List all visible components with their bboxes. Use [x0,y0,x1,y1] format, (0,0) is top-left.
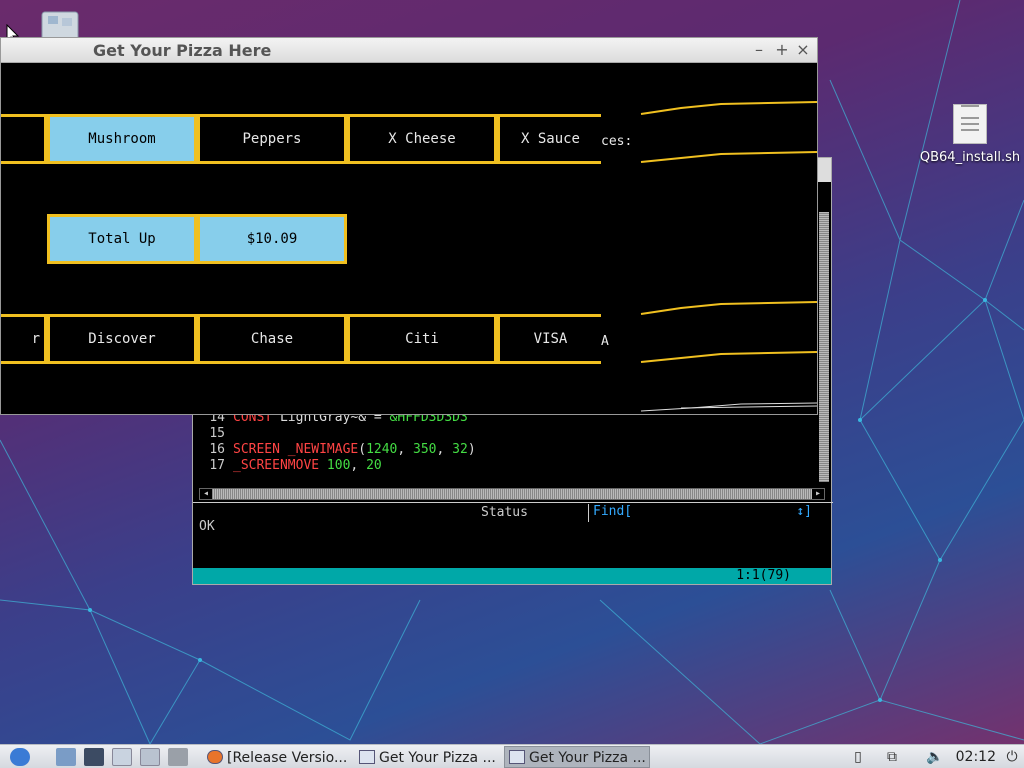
topping-button-peppers[interactable]: Peppers [197,114,347,164]
task-release-version[interactable]: [Release Versio... [202,746,352,768]
code-line[interactable]: 16 SCREEN _NEWIMAGE(1240, 350, 32) [193,442,823,458]
window-title: Get Your Pizza Here [93,41,272,60]
payment-button-discover[interactable]: Discover [47,314,197,364]
script-file-icon [953,104,987,144]
show-desktop-icon[interactable] [140,748,160,766]
redraw-artifacts [640,101,817,412]
topping-button-clipped[interactable] [1,114,47,164]
payment-button-visa[interactable]: VISA [497,314,601,364]
pizza-window[interactable]: Get Your Pizza Here – + × ces: A Mushroo… [0,37,818,415]
code-token: 1240 [366,442,398,457]
total-amount: $10.09 [197,214,347,264]
taskbar: [Release Versio... Get Your Pizza ... Ge… [0,744,1024,768]
clock: 02:12 [955,749,996,765]
close-icon[interactable]: × [793,39,813,61]
minimize-icon[interactable]: – [749,39,769,61]
battery-icon[interactable]: ▯ [850,749,866,765]
terminal-icon[interactable] [84,748,104,766]
trash-icon[interactable] [38,8,82,41]
pizza-titlebar[interactable]: Get Your Pizza Here – + × [1,38,817,63]
find-field[interactable]: Find[ ↕] [588,504,818,522]
code-line[interactable]: 15 [193,426,823,442]
payment-button-chase[interactable]: Chase [197,314,347,364]
topping-button-extra-cheese[interactable]: X Cheese [347,114,497,164]
code-token: 20 [366,458,382,473]
desktop-file-label: QB64_install.sh [919,150,1021,165]
status-message: OK [199,519,215,534]
power-icon[interactable]: ⏻ [1004,749,1020,765]
status-panel-header: Status Find[ ↕] [193,502,833,522]
task-pizza-2[interactable]: Get Your Pizza ... [504,746,650,768]
task-label: Get Your Pizza ... [529,750,646,766]
file-manager-icon[interactable] [56,748,76,766]
window-icon [359,750,375,764]
line-number: 16 [209,442,225,457]
code-token: , [350,458,367,473]
ide-status-bar: 1:1(79) [193,568,831,584]
total-up-button[interactable]: Total Up [47,214,197,264]
status-title: Status [473,505,536,520]
ide-close-corner[interactable] [817,158,831,182]
code-token: , [436,442,453,457]
window-icon[interactable] [112,748,132,766]
payment-button-citi[interactable]: Citi [347,314,497,364]
line-number: 15 [209,426,225,441]
pizza-canvas[interactable]: ces: A Mushroom Peppers X Cheese X Sauce… [1,64,817,414]
scroll-left-arrow-icon[interactable]: ◂ [200,489,212,499]
firefox-icon [207,750,223,764]
volume-icon[interactable]: 🔈 [926,749,943,765]
code-token: _SCREENMOVE [233,458,320,473]
topping-button-extra-sauce[interactable]: X Sauce [497,114,601,164]
task-label: [Release Versio... [227,750,348,766]
maximize-icon[interactable]: + [772,39,792,61]
payment-button-clipped[interactable]: r [1,314,47,364]
code-editor[interactable]: 14 CONST LightGray~& = &HFFD3D3D3 15 16 SCRE… [193,410,823,474]
artifact-text-2: A [601,334,609,349]
code-token: ( [358,442,367,457]
workspace-icon[interactable] [168,748,188,766]
artifact-text-1: ces: [601,134,633,149]
network-icon[interactable]: ⧉ [884,749,900,765]
code-token: 100 [326,458,351,473]
task-label: Get Your Pizza ... [379,750,496,766]
find-updown-icon[interactable]: ↕] [796,504,812,519]
start-menu-icon[interactable] [10,748,30,766]
code-token: 32 [452,442,468,457]
window-icon [509,750,525,764]
code-token: ) [467,442,476,457]
topping-button-mushroom[interactable]: Mushroom [47,114,197,164]
code-token: 350 [413,442,437,457]
task-pizza-1[interactable]: Get Your Pizza ... [354,746,502,768]
scroll-right-arrow-icon[interactable]: ▸ [812,489,824,499]
line-number: 17 [209,458,225,473]
code-token: , [397,442,414,457]
cursor-position: 1:1(79) [736,568,791,583]
code-line[interactable]: 17 _SCREENMOVE 100, 20 [193,458,823,474]
desktop-file-qb64-install[interactable]: QB64_install.sh [918,104,1022,166]
code-token: SCREEN _NEWIMAGE [233,442,359,457]
find-label: Find[ [593,504,633,519]
ide-horizontal-scrollbar[interactable]: ◂ ▸ [199,488,825,500]
